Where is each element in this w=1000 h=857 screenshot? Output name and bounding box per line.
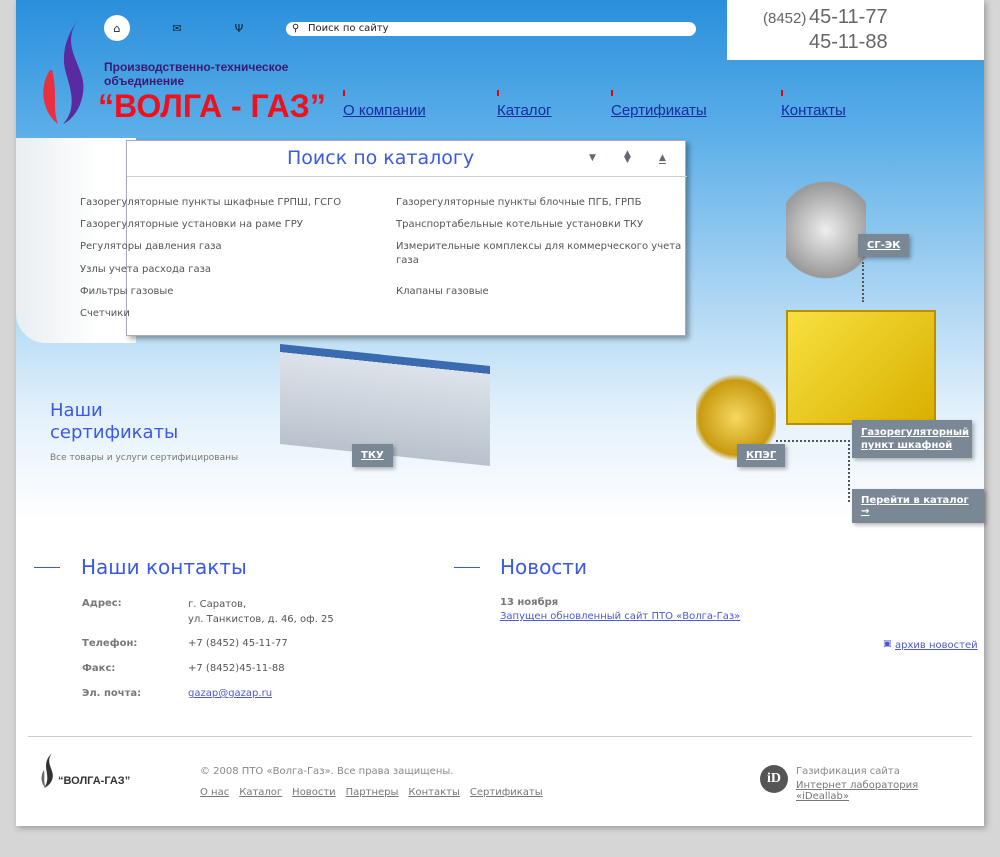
phone-box: (8452) 45-11-77 45-11-88 bbox=[727, 0, 984, 60]
certificates-subtitle: Все товары и услуги сертифицированы bbox=[50, 453, 239, 463]
catalog-link[interactable]: Измерительные комплексы для коммерческог… bbox=[396, 240, 686, 268]
catalog-link[interactable]: Узлы учета расхода газа bbox=[80, 263, 211, 277]
product-tag-tku[interactable]: ТКУ bbox=[352, 444, 393, 467]
nav-about[interactable]: О компании bbox=[343, 90, 426, 119]
sgek-product-image bbox=[786, 175, 866, 285]
search-placeholder: Поиск по сайту bbox=[308, 23, 389, 34]
contacts-title: Наши контакты bbox=[81, 555, 247, 579]
footer-link-about[interactable]: О нас bbox=[200, 787, 229, 798]
catalog-link[interactable]: Газорегуляторные установки на раме ГРУ bbox=[80, 218, 303, 232]
catalog-link[interactable]: Газорегуляторные пункты блочные ПГБ, ГРП… bbox=[396, 196, 641, 210]
news-date: 13 ноября bbox=[500, 597, 559, 608]
sitemap-icon[interactable]: Ψ bbox=[226, 15, 252, 41]
collapse-icon[interactable]: ▼ bbox=[589, 153, 596, 163]
fax-value: +7 (8452)45-11-88 bbox=[188, 663, 285, 674]
footer-link-certificates[interactable]: Сертификаты bbox=[470, 787, 543, 798]
news-title: Новости bbox=[500, 555, 587, 579]
archive-icon: ▣ bbox=[883, 639, 892, 649]
developer-label: Газификация сайта bbox=[796, 766, 900, 777]
product-tag-grpsh[interactable]: Газорегуляторный пункт шкафной bbox=[852, 420, 972, 458]
grpsh-product-image bbox=[786, 310, 936, 425]
phone-2: 45-11-88 bbox=[809, 31, 888, 53]
email-link[interactable]: gazap@gazap.ru bbox=[188, 686, 272, 701]
catalog-search-panel: Поиск по каталогу ▼ ▲ ▼ ▲ bbox=[126, 140, 687, 336]
footer-flame-icon bbox=[41, 753, 53, 788]
copyright: © 2008 ПТО «Волга-Газ». Все права защище… bbox=[200, 766, 454, 777]
mail-icon[interactable]: ✉ bbox=[164, 15, 190, 41]
developer-link[interactable]: Интернет лаборатория «iDeallab» bbox=[796, 780, 974, 802]
phone-label: Телефон: bbox=[82, 638, 138, 649]
nav-catalog[interactable]: Каталог bbox=[497, 90, 552, 119]
footer-link-contacts[interactable]: Контакты bbox=[408, 787, 459, 798]
phone-value: +7 (8452) 45-11-77 bbox=[188, 638, 288, 649]
nav-certificates[interactable]: Сертификаты bbox=[611, 90, 707, 119]
product-tag-sgek[interactable]: СГ-ЭК bbox=[858, 234, 910, 257]
search-input[interactable]: ⚲ Поиск по сайту bbox=[286, 22, 696, 36]
nav-contacts[interactable]: Контакты bbox=[781, 90, 846, 119]
product-tag-kpeg[interactable]: КПЭГ bbox=[737, 444, 786, 467]
up-icon[interactable]: ▲ bbox=[659, 153, 666, 164]
company-name: Производственно-техническое объединение bbox=[104, 60, 289, 88]
address-label: Адрес: bbox=[82, 598, 122, 609]
catalog-link[interactable]: Фильтры газовые bbox=[80, 285, 173, 299]
address-value: г. Саратов, ул. Танкистов, д. 46, оф. 25 bbox=[188, 599, 334, 625]
footer-logo-text: “ВОЛГА-ГАЗ” bbox=[58, 775, 131, 787]
goto-catalog-button[interactable]: Перейти в каталог → bbox=[852, 489, 984, 523]
footer-links: О нас Каталог Новости Партнеры Контакты Серти… bbox=[200, 780, 553, 799]
catalog-link[interactable]: Клапаны газовые bbox=[396, 285, 489, 299]
phone-1: 45-11-77 bbox=[809, 6, 888, 28]
catalog-link[interactable]: Газорегуляторные пункты шкафные ГРПШ, ГС… bbox=[80, 196, 341, 210]
news-item-link[interactable]: Запущен обновленный сайт ПТО «Волга-Газ» bbox=[500, 609, 740, 624]
expand-toggle-icon[interactable]: ▲ ▼ bbox=[624, 150, 631, 165]
certificates-title[interactable]: Наши сертификаты bbox=[50, 400, 178, 444]
catalog-link[interactable]: Регуляторы давления газа bbox=[80, 240, 222, 254]
search-icon: ⚲ bbox=[292, 23, 300, 34]
page: ⌂ ✉ Ψ ⚲ Поиск по сайту Производственно-те… bbox=[16, 0, 984, 826]
catalog-link[interactable]: Транспортабельные котельные установки ТК… bbox=[396, 218, 643, 232]
brand-name: “ВОЛГА - ГАЗ” bbox=[98, 88, 326, 124]
news-archive-link[interactable]: архив новостей bbox=[895, 638, 978, 653]
footer-link-partners[interactable]: Партнеры bbox=[346, 787, 399, 798]
catalog-title: Поиск по каталогу bbox=[287, 147, 475, 169]
email-label: Эл. почта: bbox=[82, 688, 142, 699]
footer-link-catalog[interactable]: Каталог bbox=[239, 787, 282, 798]
home-icon[interactable]: ⌂ bbox=[104, 15, 130, 41]
fax-label: Факс: bbox=[82, 663, 116, 674]
phone-code: (8452) bbox=[763, 10, 807, 27]
footer-link-news[interactable]: Новости bbox=[292, 787, 335, 798]
catalog-link[interactable]: Счетчики bbox=[80, 307, 130, 321]
ideallab-logo-icon: iD bbox=[760, 765, 788, 793]
flame-logo-icon bbox=[43, 20, 84, 124]
